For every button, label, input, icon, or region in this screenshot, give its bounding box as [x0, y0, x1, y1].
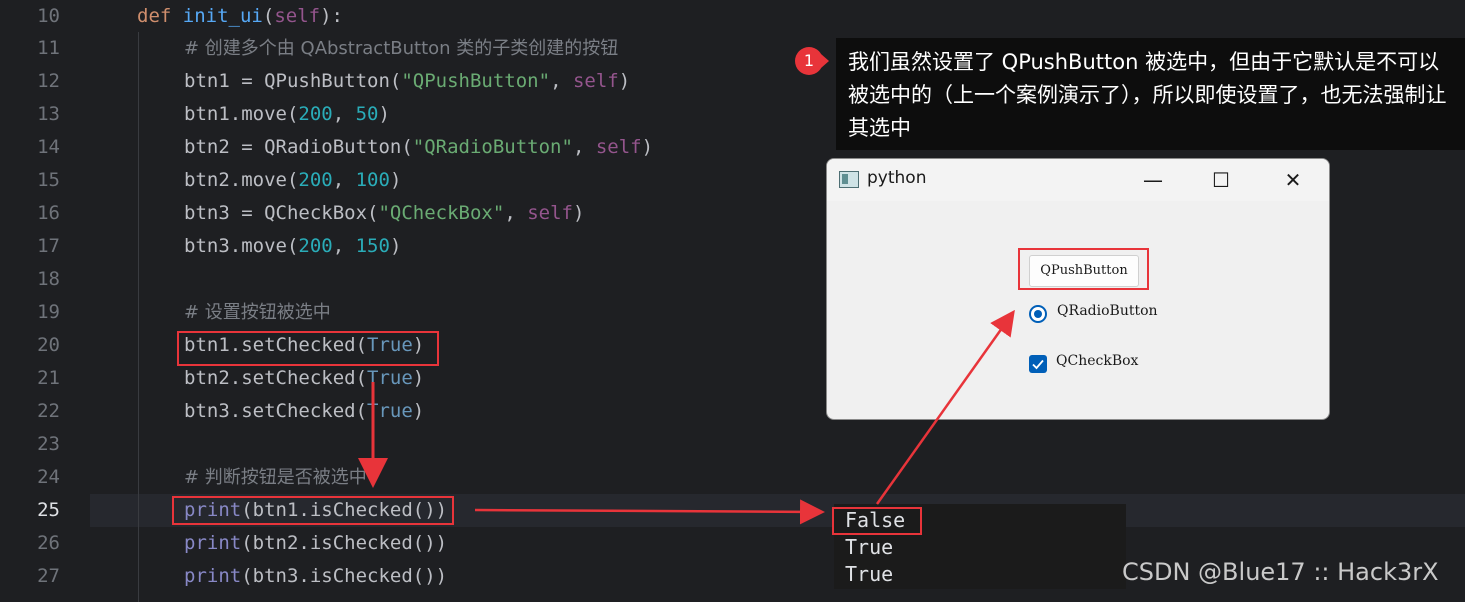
- arrow-up: [875, 309, 1015, 505]
- watermark: CSDN @Blue17 :: Hack3rX: [1122, 558, 1439, 586]
- arrow-right: [474, 499, 825, 525]
- annotation-arrows: [358, 309, 1015, 525]
